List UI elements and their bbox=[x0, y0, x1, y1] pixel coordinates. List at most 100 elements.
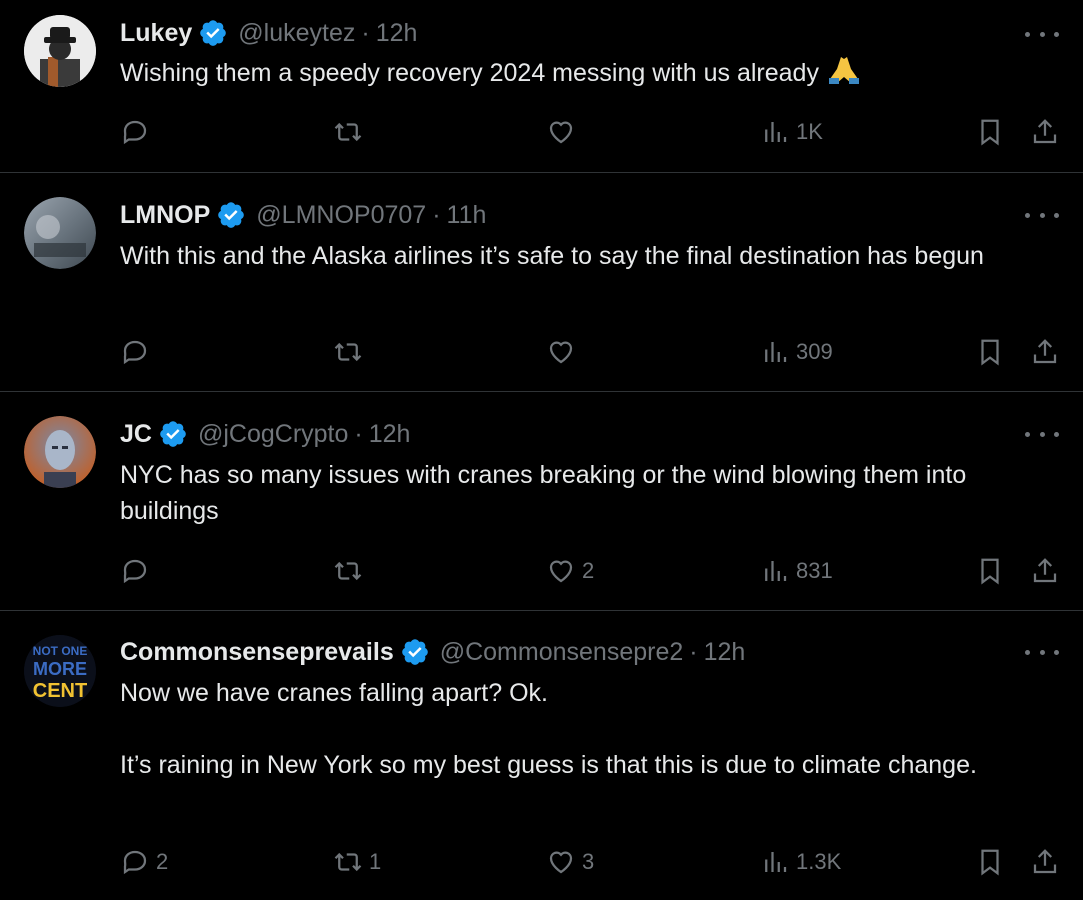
tweet[interactable]: LMNOP @LMNOP0707 · 11h With this and the… bbox=[0, 173, 1083, 391]
reply-button[interactable]: 2 bbox=[120, 844, 168, 880]
repost-arrows-icon bbox=[334, 561, 362, 581]
separator-dot: · bbox=[689, 637, 698, 666]
verified-badge-icon bbox=[218, 202, 245, 228]
view-count: 1K bbox=[796, 119, 823, 144]
tweet-text: Now we have cranes falling apart? Ok. It… bbox=[120, 675, 1040, 783]
folded-hands-emoji-icon bbox=[828, 57, 859, 84]
share-upload-icon bbox=[1033, 849, 1057, 874]
more-dots-icon[interactable] bbox=[1025, 424, 1059, 444]
reply-button[interactable] bbox=[120, 553, 156, 589]
views-button[interactable]: 1K bbox=[760, 114, 823, 150]
display-name[interactable]: JC bbox=[120, 420, 152, 449]
share-upload-icon bbox=[1033, 558, 1057, 583]
bar-chart-icon bbox=[765, 561, 787, 581]
avatar[interactable] bbox=[24, 15, 96, 87]
like-button[interactable]: 2 bbox=[546, 553, 594, 589]
tweet-text-line: With this and the Alaska airlines it’s s… bbox=[120, 242, 984, 270]
bar-chart-icon bbox=[765, 852, 787, 872]
avatar[interactable] bbox=[24, 416, 96, 488]
action-bar: 309 bbox=[0, 334, 1083, 370]
reply-button[interactable] bbox=[120, 114, 156, 150]
bookmark-button[interactable] bbox=[975, 334, 1005, 370]
bookmark-icon bbox=[981, 558, 999, 585]
tweet-text-line: Now we have cranes falling apart? Ok. bbox=[120, 679, 548, 707]
more-dots-icon[interactable] bbox=[1025, 642, 1059, 662]
tweet[interactable]: NOT ONE MORE CENT Commonsenseprevails @C… bbox=[0, 611, 1083, 900]
tweet[interactable]: Lukey @lukeytez · 12h Wishing them a spe… bbox=[0, 0, 1083, 172]
tweet[interactable]: JC @jCogCrypto · 12h NYC has so many iss… bbox=[0, 392, 1083, 610]
like-button[interactable] bbox=[546, 114, 582, 150]
view-count: 831 bbox=[796, 558, 833, 583]
tweet-header: Lukey @lukeytez · 12h bbox=[120, 17, 417, 49]
views-button[interactable]: 1.3K bbox=[760, 844, 841, 880]
action-bar: 2 831 bbox=[0, 553, 1083, 589]
repost-button[interactable]: 1 bbox=[333, 844, 381, 880]
speech-bubble-icon bbox=[123, 559, 147, 584]
tweet-header: JC @jCogCrypto · 12h bbox=[120, 418, 410, 450]
tweet-text: Wishing them a speedy recovery 2024 mess… bbox=[120, 55, 1040, 91]
share-upload-icon bbox=[1033, 339, 1057, 364]
tweet-header: LMNOP @LMNOP0707 · 11h bbox=[120, 199, 486, 231]
bookmark-button[interactable] bbox=[975, 844, 1005, 880]
heart-icon bbox=[549, 121, 573, 144]
repost-arrows-icon bbox=[334, 852, 362, 872]
tweet-text: NYC has so many issues with cranes break… bbox=[120, 457, 1040, 529]
display-name[interactable]: Lukey bbox=[120, 19, 192, 48]
like-button[interactable]: 3 bbox=[546, 844, 594, 880]
avatar-logo-text: NOT ONE bbox=[33, 644, 88, 658]
avatar-logo-text: MORE bbox=[33, 659, 87, 679]
display-name[interactable]: Commonsenseprevails bbox=[120, 638, 394, 667]
share-button[interactable] bbox=[1030, 844, 1060, 880]
timestamp[interactable]: 11h bbox=[447, 201, 487, 230]
bookmark-button[interactable] bbox=[975, 114, 1005, 150]
separator-dot: · bbox=[361, 18, 370, 47]
repost-button[interactable] bbox=[333, 114, 369, 150]
timestamp[interactable]: 12h bbox=[369, 420, 411, 449]
bookmark-icon bbox=[981, 119, 999, 146]
display-name[interactable]: LMNOP bbox=[120, 201, 210, 230]
repost-count: 1 bbox=[369, 849, 382, 874]
tweet-text-line: Wishing them a speedy recovery 2024 mess… bbox=[120, 59, 819, 87]
reply-count: 2 bbox=[156, 849, 169, 874]
timestamp[interactable]: 12h bbox=[376, 19, 418, 48]
bookmark-button[interactable] bbox=[975, 553, 1005, 589]
tweet-text: With this and the Alaska airlines it’s s… bbox=[120, 238, 1040, 274]
bookmark-icon bbox=[981, 339, 999, 366]
views-button[interactable]: 309 bbox=[760, 334, 833, 370]
share-upload-icon bbox=[1033, 119, 1057, 144]
share-button[interactable] bbox=[1030, 334, 1060, 370]
tweet-text-line: It’s raining in New York so my best gues… bbox=[120, 751, 977, 779]
avatar-logo-text: CENT bbox=[33, 680, 87, 702]
heart-icon bbox=[549, 560, 573, 583]
separator-dot: · bbox=[354, 419, 363, 448]
verified-badge-icon bbox=[401, 639, 428, 665]
user-handle[interactable]: @Commonsensepre2 bbox=[440, 638, 684, 667]
views-button[interactable]: 831 bbox=[760, 553, 833, 589]
user-handle[interactable]: @LMNOP0707 bbox=[256, 201, 426, 230]
heart-icon bbox=[549, 851, 573, 874]
speech-bubble-icon bbox=[123, 120, 147, 145]
action-bar: 2 1 3 1.3K bbox=[0, 844, 1083, 880]
share-button[interactable] bbox=[1030, 114, 1060, 150]
tweet-text-line: NYC has so many issues with cranes break… bbox=[120, 461, 967, 525]
avatar[interactable] bbox=[24, 197, 96, 269]
view-count: 309 bbox=[796, 339, 833, 364]
user-handle[interactable]: @jCogCrypto bbox=[198, 420, 348, 449]
more-dots-icon[interactable] bbox=[1025, 24, 1059, 44]
timestamp[interactable]: 12h bbox=[704, 638, 746, 667]
verified-badge-icon bbox=[160, 421, 186, 447]
share-button[interactable] bbox=[1030, 553, 1060, 589]
tweet-header: Commonsenseprevails @Commonsensepre2 · 1… bbox=[120, 636, 745, 668]
avatar[interactable]: NOT ONE MORE CENT bbox=[24, 635, 96, 707]
reply-button[interactable] bbox=[120, 334, 156, 370]
bookmark-icon bbox=[981, 849, 999, 876]
more-dots-icon[interactable] bbox=[1025, 205, 1059, 225]
repost-button[interactable] bbox=[333, 553, 369, 589]
user-handle[interactable]: @lukeytez bbox=[238, 19, 355, 48]
repost-button[interactable] bbox=[333, 334, 369, 370]
verified-badge-icon bbox=[200, 20, 227, 46]
view-count: 1.3K bbox=[796, 849, 842, 874]
like-count: 3 bbox=[582, 849, 595, 874]
speech-bubble-icon bbox=[123, 850, 147, 875]
like-button[interactable] bbox=[546, 334, 582, 370]
